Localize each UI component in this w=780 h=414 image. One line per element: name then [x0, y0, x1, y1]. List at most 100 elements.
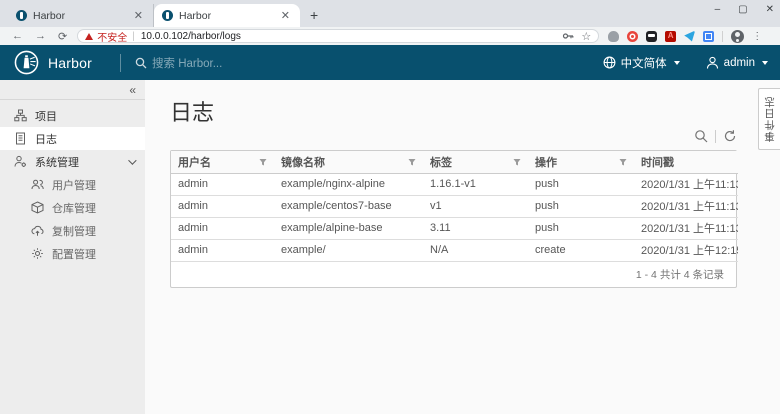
- warning-triangle-icon: [85, 33, 93, 40]
- table-cell: N/A: [423, 239, 528, 261]
- extension-icon-5[interactable]: [684, 31, 695, 42]
- sidebar-item-logs[interactable]: 日志: [0, 127, 145, 150]
- filter-icon[interactable]: [259, 158, 267, 166]
- sidebar-item-label: 配置管理: [52, 246, 96, 262]
- browser-tabbar: Harbor ✕ Harbor ✕ + – ▢ ✕: [0, 0, 780, 27]
- tab-title: Harbor: [179, 10, 279, 22]
- harbor-favicon: [162, 10, 173, 21]
- search-placeholder: 搜索 Harbor...: [152, 55, 222, 71]
- admin-icon: [14, 155, 27, 168]
- table-cell: 2020/1/31 上午11:13: [634, 217, 738, 239]
- filter-icon[interactable]: [619, 158, 627, 166]
- new-tab-button[interactable]: +: [310, 7, 318, 23]
- page-title: 日志: [170, 95, 214, 127]
- table-cell: 3.11: [423, 217, 528, 239]
- filter-icon[interactable]: [408, 158, 416, 166]
- chrome-menu-icon[interactable]: ⋮: [752, 31, 762, 42]
- column-tag[interactable]: 标签: [423, 151, 528, 173]
- table-cell: admin: [171, 239, 274, 261]
- browser-tab-1[interactable]: Harbor ✕: [8, 4, 154, 27]
- users-icon: [31, 178, 44, 191]
- profile-avatar[interactable]: [731, 30, 744, 43]
- tab-close-icon[interactable]: ✕: [132, 9, 145, 22]
- extension-icon-1[interactable]: [608, 31, 619, 42]
- sidebar-item-label: 复制管理: [52, 223, 96, 239]
- browser-toolbar: ← → ⟳ 不安全 | 10.0.0.102/harbor/logs ☆ ⋮: [0, 27, 780, 45]
- table-row[interactable]: adminexample/centos7-basev1push2020/1/31…: [171, 195, 738, 217]
- pagination-summary: 1 - 4 共计 4 条记录: [636, 267, 724, 282]
- sidebar: « 项目 日志 系统管理: [0, 80, 145, 414]
- sidebar-item-replication-management[interactable]: 复制管理: [0, 219, 145, 242]
- extension-icon-3[interactable]: [646, 31, 657, 42]
- table-cell: example/: [274, 239, 423, 261]
- brand-title[interactable]: Harbor: [48, 55, 92, 71]
- log-table-body: adminexample/nginx-alpine1.16.1-v1push20…: [171, 173, 738, 261]
- browser-tab-2-active[interactable]: Harbor ✕: [154, 4, 300, 27]
- bookmark-star-icon[interactable]: ☆: [581, 30, 591, 43]
- table-row[interactable]: adminexample/N/Acreate2020/1/31 上午12:15: [171, 239, 738, 261]
- url-text[interactable]: 10.0.0.102/harbor/logs: [141, 31, 563, 42]
- main-content: 日志 事件日志 用户名 镜像名称 标签 操作 时间戳: [145, 80, 780, 414]
- sidebar-item-user-management[interactable]: 用户管理: [0, 173, 145, 196]
- table-row[interactable]: adminexample/nginx-alpine1.16.1-v1push20…: [171, 173, 738, 195]
- table-row[interactable]: adminexample/alpine-base3.11push2020/1/3…: [171, 217, 738, 239]
- table-cell: 2020/1/31 上午11:13: [634, 195, 738, 217]
- window-close-button[interactable]: ✕: [766, 4, 774, 15]
- table-search-icon[interactable]: [694, 129, 708, 143]
- sidebar-item-configuration-management[interactable]: 配置管理: [0, 242, 145, 265]
- global-search[interactable]: 搜索 Harbor...: [135, 55, 603, 71]
- harbor-logo-icon: [14, 50, 39, 75]
- search-icon: [135, 57, 147, 69]
- table-cell: push: [528, 173, 634, 195]
- tab-title: Harbor: [33, 10, 132, 22]
- forward-icon[interactable]: →: [35, 30, 46, 42]
- chevron-down-icon: [674, 61, 680, 65]
- configuration-gear-icon: [31, 247, 44, 260]
- table-header-row: 用户名 镜像名称 标签 操作 时间戳: [171, 151, 738, 173]
- logs-datagrid: 用户名 镜像名称 标签 操作 时间戳 adminexample/nginx-al…: [170, 150, 737, 288]
- window-maximize-button[interactable]: ▢: [738, 4, 747, 15]
- column-operation[interactable]: 操作: [528, 151, 634, 173]
- table-cell: 2020/1/31 上午12:15: [634, 239, 738, 261]
- column-timestamp[interactable]: 时间戳: [634, 151, 738, 173]
- table-cell: 2020/1/31 上午11:13: [634, 173, 738, 195]
- password-key-icon[interactable]: [562, 30, 574, 42]
- sidebar-item-label: 用户管理: [52, 177, 96, 193]
- sidebar-item-system-admin[interactable]: 系统管理: [0, 150, 145, 173]
- extension-pdf-icon[interactable]: [665, 31, 676, 42]
- harbor-favicon: [16, 10, 27, 21]
- logs-icon: [14, 132, 27, 145]
- sidebar-collapse-button[interactable]: «: [129, 83, 136, 97]
- user-icon: [706, 56, 719, 69]
- table-cell: push: [528, 195, 634, 217]
- refresh-icon[interactable]: [723, 129, 737, 143]
- username-label: admin: [724, 57, 755, 69]
- tab-close-icon[interactable]: ✕: [279, 9, 292, 22]
- address-bar[interactable]: 不安全 | 10.0.0.102/harbor/logs ☆: [77, 29, 599, 43]
- reload-icon[interactable]: ⟳: [58, 30, 67, 43]
- column-image-name[interactable]: 镜像名称: [274, 151, 423, 173]
- filter-icon[interactable]: [513, 158, 521, 166]
- table-cell: admin: [171, 195, 274, 217]
- sidebar-item-repo-management[interactable]: 仓库管理: [0, 196, 145, 219]
- table-cell: 1.16.1-v1: [423, 173, 528, 195]
- globe-icon: [603, 56, 616, 69]
- harbor-header: Harbor 搜索 Harbor... 中文简体 admin: [0, 45, 780, 80]
- table-cell: create: [528, 239, 634, 261]
- table-cell: v1: [423, 195, 528, 217]
- window-minimize-button[interactable]: –: [715, 4, 721, 15]
- back-icon[interactable]: ←: [12, 30, 23, 42]
- sidebar-item-label: 项目: [35, 108, 57, 124]
- extension-icon-2[interactable]: [627, 31, 638, 42]
- user-menu[interactable]: admin: [706, 56, 768, 69]
- column-username[interactable]: 用户名: [171, 151, 274, 173]
- table-cell: push: [528, 217, 634, 239]
- projects-icon: [14, 109, 27, 122]
- event-log-side-tab[interactable]: 事件日志: [758, 88, 780, 150]
- chevron-down-icon: [762, 61, 768, 65]
- extension-translate-icon[interactable]: [703, 31, 714, 42]
- chevron-down-icon: [128, 156, 136, 164]
- sidebar-item-projects[interactable]: 项目: [0, 104, 145, 127]
- language-menu[interactable]: 中文简体: [603, 55, 680, 71]
- security-warning-label[interactable]: 不安全: [97, 29, 127, 44]
